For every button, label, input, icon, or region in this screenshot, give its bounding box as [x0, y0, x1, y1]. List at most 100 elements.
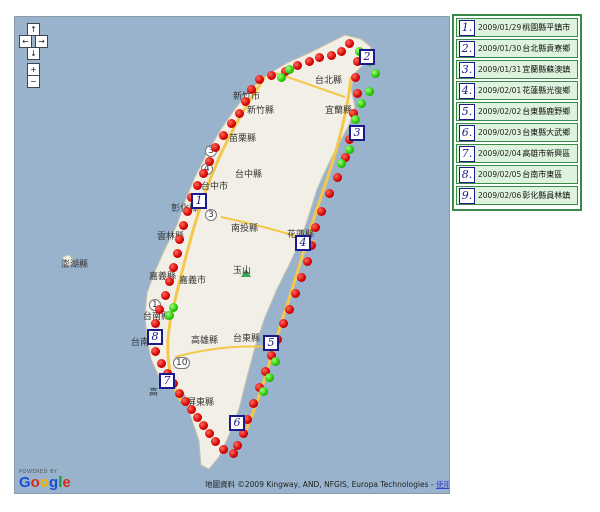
- google-branding[interactable]: POWERED BY Google: [19, 469, 71, 490]
- day-marker-7[interactable]: 7: [159, 373, 175, 389]
- route-point-green[interactable]: [345, 145, 354, 154]
- legend-item[interactable]: 8. 2009/02/05 台南市東區: [456, 165, 578, 184]
- route-point-green[interactable]: [351, 115, 360, 124]
- route-point-red[interactable]: [337, 47, 346, 56]
- route-point-red[interactable]: [175, 235, 184, 244]
- route-point-red[interactable]: [317, 207, 326, 216]
- route-point-red[interactable]: [255, 75, 264, 84]
- route-point-red[interactable]: [327, 51, 336, 60]
- legend-item[interactable]: 5. 2009/02/02 台東縣鹿野鄉: [456, 102, 578, 121]
- day-marker-1[interactable]: 1: [191, 193, 207, 209]
- day-marker-6[interactable]: 6: [229, 415, 245, 431]
- route-point-red[interactable]: [235, 109, 244, 118]
- route-point-red[interactable]: [155, 305, 164, 314]
- route-point-green[interactable]: [169, 303, 178, 312]
- day-number: 3.: [459, 61, 475, 78]
- legend-item[interactable]: 4. 2009/02/01 花蓮縣光復鄉: [456, 81, 578, 100]
- route-point-red[interactable]: [219, 131, 228, 140]
- route-point-green[interactable]: [271, 357, 280, 366]
- county-label: 南投縣: [231, 224, 259, 234]
- route-point-red[interactable]: [179, 221, 188, 230]
- county-label: 嘉義市: [179, 276, 207, 286]
- route-point-red[interactable]: [285, 305, 294, 314]
- route-number: 10: [173, 357, 191, 369]
- route-point-red[interactable]: [151, 319, 160, 328]
- legend-place: 彰化縣員林鎮: [522, 191, 571, 200]
- legend-item[interactable]: 9. 2009/02/06 彰化縣員林鎮: [456, 186, 578, 205]
- legend-date: 2009/02/04: [478, 149, 522, 158]
- legend-item[interactable]: 7. 2009/02/04 高雄市新興區: [456, 144, 578, 163]
- route-point-red[interactable]: [165, 277, 174, 286]
- route-point-red[interactable]: [211, 143, 220, 152]
- route-point-red[interactable]: [229, 449, 238, 458]
- route-point-green[interactable]: [337, 159, 346, 168]
- route-point-red[interactable]: [227, 119, 236, 128]
- route-point-red[interactable]: [199, 169, 208, 178]
- pan-down-button[interactable]: ↓: [27, 47, 40, 60]
- route-point-red[interactable]: [157, 359, 166, 368]
- legend-date: 2009/02/01: [478, 86, 522, 95]
- route-point-red[interactable]: [303, 257, 312, 266]
- county-label: 台中市: [201, 182, 229, 192]
- legend-item[interactable]: 1. 2009/01/29 桃園縣平鎮市: [456, 18, 578, 37]
- route-point-red[interactable]: [205, 157, 214, 166]
- route-point-red[interactable]: [297, 273, 306, 282]
- route-point-green[interactable]: [265, 373, 274, 382]
- route-point-green[interactable]: [285, 65, 294, 74]
- route-point-red[interactable]: [169, 263, 178, 272]
- county-label: 宜蘭縣: [325, 106, 353, 116]
- day-marker-8[interactable]: 8: [147, 329, 163, 345]
- route-point-red[interactable]: [305, 57, 314, 66]
- legend-place: 宜蘭縣蘇澳鎮: [522, 65, 571, 74]
- route-point-red[interactable]: [333, 173, 342, 182]
- legend-date: 2009/02/02: [478, 107, 522, 116]
- terms-of-use-link[interactable]: 使用條款: [436, 480, 449, 489]
- route-point-red[interactable]: [311, 223, 320, 232]
- map-view[interactable]: ↑ ← → ↓ + − 台北縣 新竹市 新竹縣 宜蘭縣 苗栗縣 台中市 台中縣 …: [14, 16, 450, 494]
- route-point-red[interactable]: [291, 289, 300, 298]
- legend-date: 2009/02/03: [478, 128, 522, 137]
- route-point-green[interactable]: [365, 87, 374, 96]
- route-point-red[interactable]: [219, 445, 228, 454]
- route-point-green[interactable]: [165, 311, 174, 320]
- route-point-red[interactable]: [151, 347, 160, 356]
- route-point-green[interactable]: [277, 73, 286, 82]
- route-point-red[interactable]: [173, 249, 182, 258]
- day-marker-3[interactable]: 3: [349, 125, 365, 141]
- legend-date: 2009/02/06: [478, 191, 522, 200]
- day-number: 2.: [459, 40, 475, 57]
- legend-item[interactable]: 3. 2009/01/31 宜蘭縣蘇澳鎮: [456, 60, 578, 79]
- legend-date: 2009/01/31: [478, 65, 522, 74]
- route-point-red[interactable]: [353, 89, 362, 98]
- route-point-red[interactable]: [249, 399, 258, 408]
- county-label: 澎湖縣: [61, 260, 89, 270]
- itinerary-legend: 1. 2009/01/29 桃園縣平鎮市 2. 2009/01/30 台北縣貢寮鄉 3. 20…: [452, 14, 582, 211]
- day-number: 1.: [459, 19, 475, 36]
- route-point-red[interactable]: [345, 39, 354, 48]
- legend-place: 台北縣貢寮鄉: [522, 44, 571, 53]
- zoom-out-button[interactable]: −: [27, 75, 40, 88]
- legend-item[interactable]: 2. 2009/01/30 台北縣貢寮鄉: [456, 39, 578, 58]
- route-point-red[interactable]: [279, 319, 288, 328]
- route-point-red[interactable]: [351, 73, 360, 82]
- route-point-red[interactable]: [161, 291, 170, 300]
- route-point-red[interactable]: [267, 71, 276, 80]
- route-point-red[interactable]: [211, 437, 220, 446]
- county-label: 高: [149, 388, 159, 398]
- route-point-red[interactable]: [247, 85, 256, 94]
- county-label: 台中縣: [235, 170, 263, 180]
- county-label: 台北縣: [315, 76, 343, 86]
- route-point-red[interactable]: [193, 181, 202, 190]
- day-marker-5[interactable]: 5: [263, 335, 279, 351]
- route-point-green[interactable]: [371, 69, 380, 78]
- day-marker-4[interactable]: 4: [295, 235, 311, 251]
- route-point-red[interactable]: [293, 61, 302, 70]
- route-point-red[interactable]: [325, 189, 334, 198]
- route-point-green[interactable]: [357, 99, 366, 108]
- route-point-red[interactable]: [233, 441, 242, 450]
- day-marker-2[interactable]: 2: [359, 49, 375, 65]
- legend-item[interactable]: 6. 2009/02/03 台東縣大武鄉: [456, 123, 578, 142]
- route-point-red[interactable]: [315, 53, 324, 62]
- route-point-red[interactable]: [241, 97, 250, 106]
- route-point-green[interactable]: [259, 387, 268, 396]
